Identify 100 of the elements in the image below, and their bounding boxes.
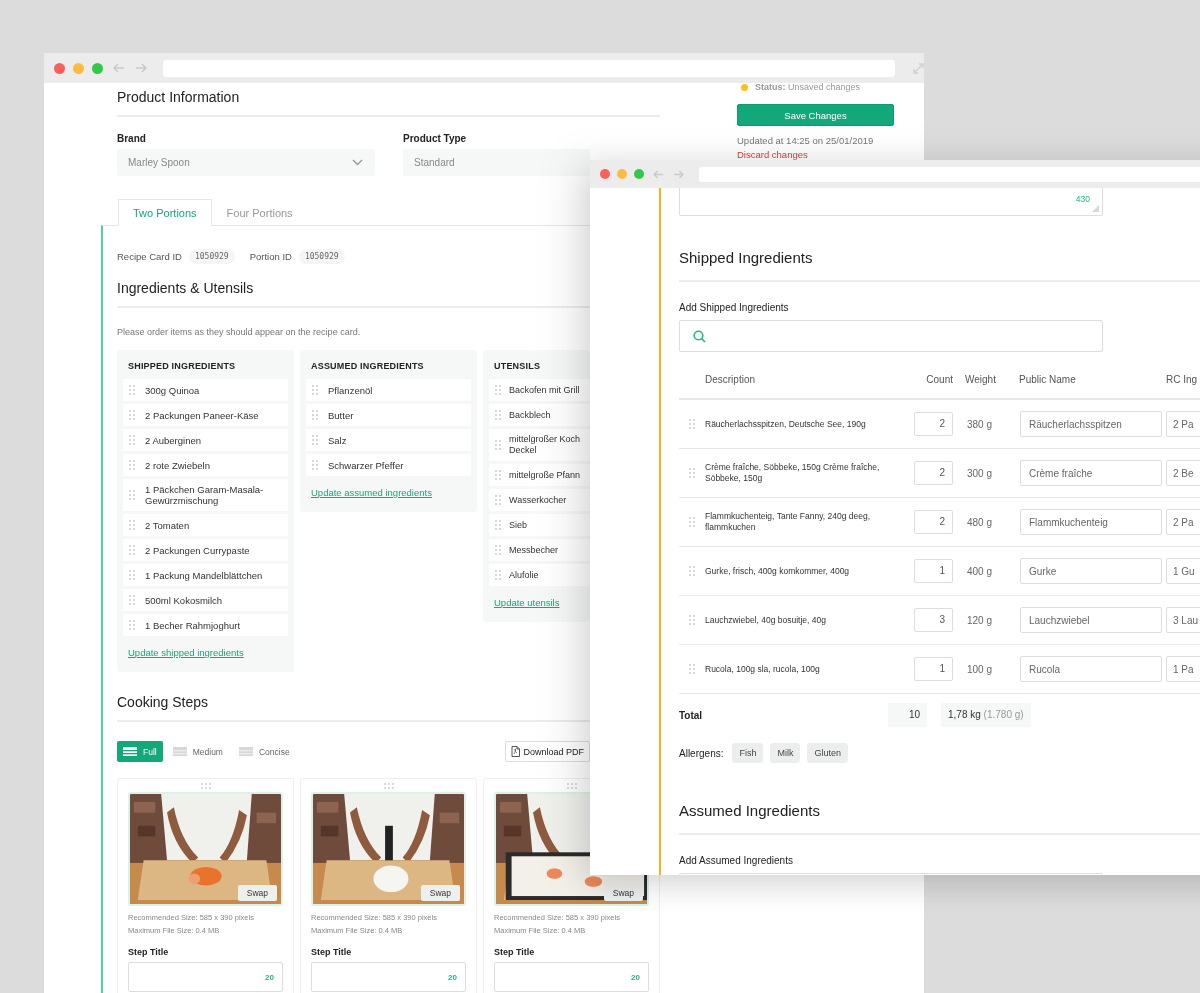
list-item[interactable]: 300g Quinoa bbox=[123, 379, 288, 401]
drag-handle-icon[interactable] bbox=[495, 495, 501, 505]
count-field[interactable]: 1 bbox=[914, 657, 953, 681]
drag-handle-icon[interactable] bbox=[129, 410, 135, 420]
maximize-button[interactable] bbox=[634, 169, 644, 179]
instruction-text: Please order items as they should appear on the recipe card. bbox=[117, 326, 362, 338]
list-item[interactable]: Wasserkocher bbox=[489, 489, 590, 511]
swap-button[interactable]: Swap bbox=[237, 885, 277, 901]
drag-handle-icon[interactable] bbox=[129, 595, 135, 605]
list-item[interactable]: 500ml Kokosmilch bbox=[123, 589, 288, 611]
drag-handle-icon[interactable] bbox=[495, 520, 501, 530]
back-arrow-icon[interactable] bbox=[653, 169, 664, 179]
drag-handle-icon[interactable] bbox=[495, 470, 501, 480]
count-field[interactable]: 2 bbox=[914, 510, 953, 534]
discard-link[interactable]: Discard changes bbox=[737, 149, 894, 161]
drag-handle-icon[interactable] bbox=[129, 435, 135, 445]
public-name-field[interactable]: Crème fraîche bbox=[1020, 460, 1162, 486]
drag-handle-icon[interactable] bbox=[495, 410, 501, 420]
column-header: Weight bbox=[965, 373, 997, 385]
drag-handle-icon[interactable] bbox=[689, 517, 695, 527]
drag-handle-icon[interactable] bbox=[312, 385, 318, 395]
expand-icon[interactable] bbox=[913, 62, 924, 74]
public-name-field[interactable]: Räucherlachsspitzen bbox=[1020, 411, 1162, 437]
drag-handle-icon[interactable] bbox=[129, 520, 135, 530]
drag-handle-icon[interactable] bbox=[129, 460, 135, 470]
forward-arrow-icon[interactable] bbox=[673, 169, 684, 179]
list-item[interactable]: Schwarzer Pfeffer bbox=[306, 454, 471, 476]
download-button[interactable]: Download PDF bbox=[505, 741, 590, 762]
list-item[interactable]: 1 Becher Rahmjoghurt bbox=[123, 614, 288, 636]
resize-handle-icon[interactable] bbox=[1092, 205, 1099, 212]
list-item[interactable]: 1 Packung Mandelblättchen bbox=[123, 564, 288, 586]
drag-handle-icon[interactable] bbox=[689, 664, 695, 674]
drag-handle-icon[interactable] bbox=[689, 419, 695, 429]
count-field[interactable]: 1 bbox=[914, 559, 953, 583]
list-item[interactable]: 2 Auberginen bbox=[123, 429, 288, 451]
drag-handle-icon[interactable] bbox=[566, 783, 577, 789]
count-field[interactable]: 2 bbox=[914, 461, 953, 485]
view-mode-button[interactable]: Medium bbox=[166, 741, 229, 762]
allergen-tag: Fish bbox=[732, 743, 764, 763]
list-item[interactable]: 2 Packungen Paneer-Käse bbox=[123, 404, 288, 426]
list-item[interactable]: mittelgroße Pfann bbox=[489, 464, 590, 486]
select-field[interactable]: Standard bbox=[403, 149, 590, 176]
drag-handle-icon[interactable] bbox=[129, 385, 135, 395]
swap-button[interactable]: Swap bbox=[603, 885, 643, 901]
list-item[interactable]: Backofen mit Grill bbox=[489, 379, 590, 401]
forward-arrow-icon[interactable] bbox=[134, 63, 147, 73]
public-name-field[interactable]: Gurke bbox=[1020, 558, 1162, 584]
table-cell-text: Räucherlachsspitzen, Deutsche See, 190g bbox=[705, 418, 867, 430]
list-item[interactable]: 2 Tomaten bbox=[123, 514, 288, 536]
list-item[interactable]: Salz bbox=[306, 429, 471, 451]
drag-handle-icon[interactable] bbox=[129, 545, 135, 555]
maximize-button[interactable] bbox=[91, 62, 103, 74]
list-item[interactable]: Butter bbox=[306, 404, 471, 426]
drag-handle-icon[interactable] bbox=[312, 460, 318, 470]
list-item[interactable]: mittelgroßer Koch Deckel bbox=[489, 429, 590, 461]
back-arrow-icon[interactable] bbox=[112, 63, 125, 73]
drag-handle-icon[interactable] bbox=[200, 783, 211, 789]
search-field[interactable] bbox=[679, 320, 1103, 352]
minimize-button[interactable] bbox=[617, 169, 627, 179]
select-field[interactable]: Marley Spoon bbox=[117, 149, 375, 176]
count-field[interactable]: 2 bbox=[914, 412, 953, 436]
public-name-field[interactable]: Rucola bbox=[1020, 656, 1162, 682]
list-item[interactable]: 1 Päckchen Garam-Masala- Gewürzmischung bbox=[123, 479, 288, 511]
drag-handle-icon[interactable] bbox=[495, 440, 501, 450]
view-mode-button[interactable]: Concise bbox=[232, 741, 296, 762]
drag-handle-icon[interactable] bbox=[689, 615, 695, 625]
list-item[interactable]: Pflanzenöl bbox=[306, 379, 471, 401]
swap-button[interactable]: Swap bbox=[420, 885, 460, 901]
public-name-field[interactable]: Lauchzwiebel bbox=[1020, 607, 1162, 633]
drag-handle-icon[interactable] bbox=[689, 468, 695, 478]
drag-handle-icon[interactable] bbox=[495, 385, 501, 395]
drag-handle-icon[interactable] bbox=[495, 570, 501, 580]
drag-handle-icon[interactable] bbox=[495, 545, 501, 555]
close-button[interactable] bbox=[600, 169, 610, 179]
text-field[interactable]: 2 Pa bbox=[1166, 509, 1200, 535]
drag-handle-icon[interactable] bbox=[689, 566, 695, 576]
drag-handle-icon[interactable] bbox=[129, 570, 135, 580]
text-field[interactable]: 2 Be bbox=[1166, 460, 1200, 486]
public-name-field[interactable]: Flammkuchenteig bbox=[1020, 509, 1162, 535]
drag-handle-icon[interactable] bbox=[312, 435, 318, 445]
list-item[interactable]: 2 rote Zwiebeln bbox=[123, 454, 288, 476]
text-field[interactable]: 1 Pa bbox=[1166, 656, 1200, 682]
list-item[interactable]: Messbecher bbox=[489, 539, 590, 561]
table-cell-text: 300 g bbox=[967, 467, 994, 479]
drag-handle-icon[interactable] bbox=[129, 620, 135, 630]
drag-handle-icon[interactable] bbox=[129, 490, 135, 500]
list-heading: SHIPPED INGREDIENTS bbox=[127, 360, 237, 373]
list-item[interactable]: Alufolie bbox=[489, 564, 590, 586]
table-cell-text: 120 g bbox=[967, 614, 994, 626]
drag-handle-icon[interactable] bbox=[383, 783, 394, 789]
count-field[interactable]: 3 bbox=[914, 608, 953, 632]
minimize-button[interactable] bbox=[72, 62, 84, 74]
drag-handle-icon[interactable] bbox=[312, 410, 318, 420]
text-field[interactable]: 3 Lau bbox=[1166, 607, 1200, 633]
text-field[interactable]: 2 Pa bbox=[1166, 411, 1200, 437]
list-item[interactable]: 2 Packungen Currypaste bbox=[123, 539, 288, 561]
text-field[interactable]: 1 Gu bbox=[1166, 558, 1200, 584]
list-item[interactable]: Backblech bbox=[489, 404, 590, 426]
list-item[interactable]: Sieb bbox=[489, 514, 590, 536]
close-button[interactable] bbox=[54, 62, 65, 74]
